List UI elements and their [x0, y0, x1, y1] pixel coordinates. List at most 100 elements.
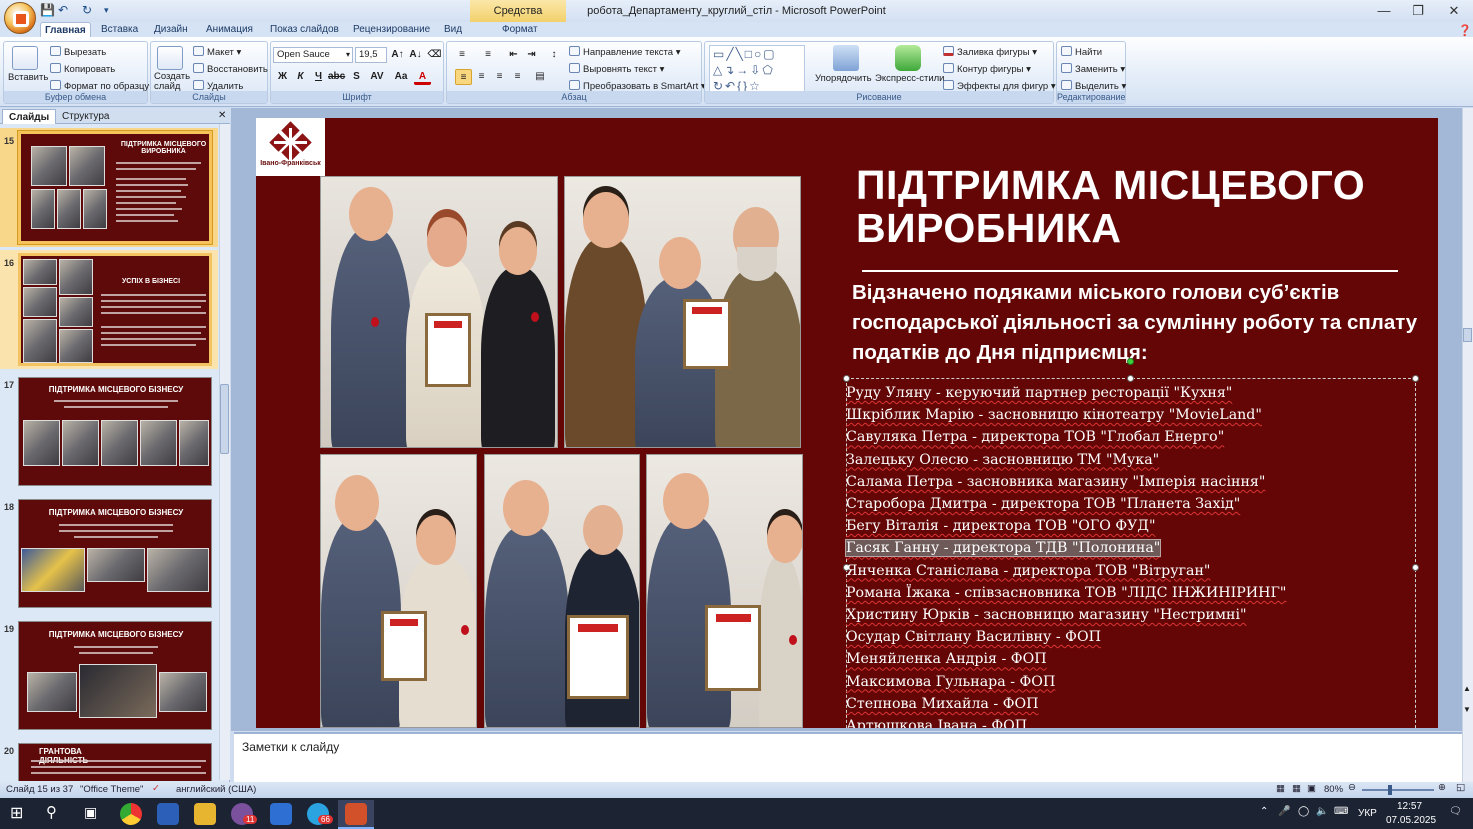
rotate-handle[interactable] — [1127, 358, 1134, 365]
zoom-out-icon[interactable]: ⊖ — [1348, 782, 1356, 793]
spellcheck-icon[interactable]: ✓ — [152, 783, 160, 794]
list-item-highlighted[interactable]: Гасяк Ганну - директора ТДВ "Полонина" — [844, 537, 1406, 559]
italic-icon[interactable]: К — [292, 69, 309, 85]
strikethrough-icon[interactable]: abc — [328, 69, 345, 85]
keyboard-icon[interactable]: ⌨ — [1334, 806, 1348, 817]
redo-icon[interactable]: ↻ — [82, 3, 92, 19]
disk-app-icon[interactable] — [157, 803, 179, 825]
list-item[interactable]: Артюшкова Івана - ФОП — [846, 715, 1406, 728]
minimize-button[interactable]: — — [1367, 0, 1401, 22]
undo-icon[interactable]: ↶ — [58, 3, 68, 19]
list-item[interactable]: Бегу Віталія - директора ТОВ "ОГО ФУД" — [846, 515, 1406, 537]
customize-qat-icon[interactable]: ▾ — [104, 5, 109, 21]
list-item[interactable]: Максимова Гульнара - ФОП — [846, 671, 1406, 693]
bold-icon[interactable]: Ж — [274, 69, 291, 85]
tab-view[interactable]: Вид — [440, 22, 466, 38]
align-right-icon[interactable]: ≡ — [491, 69, 508, 85]
recipients-list[interactable]: Руду Уляну - керуючий партнер ресторації… — [844, 382, 1406, 728]
tab-insert[interactable]: Вставка — [97, 22, 142, 38]
zoom-in-icon[interactable]: ⊕ — [1438, 782, 1446, 793]
photo-award-1[interactable] — [320, 176, 558, 448]
next-slide-icon[interactable]: ▼ — [1463, 705, 1471, 714]
line-spacing-icon[interactable]: ↕ — [543, 47, 565, 63]
close-button[interactable]: ✕ — [1437, 0, 1471, 22]
align-center-icon[interactable]: ≡ — [473, 69, 490, 85]
list-item[interactable]: Степнова Михайла - ФОП — [846, 693, 1406, 715]
help-icon[interactable]: ❓ — [1458, 24, 1472, 37]
justify-icon[interactable]: ≡ — [509, 69, 526, 85]
sorter-view-icon[interactable]: ▦ — [1292, 783, 1301, 794]
notes-pane[interactable]: Заметки к слайду — [234, 732, 1462, 782]
tab-outline[interactable]: Структура — [56, 109, 115, 124]
zoom-slider-thumb[interactable] — [1388, 785, 1392, 795]
volume-icon[interactable]: 🔈 — [1316, 806, 1328, 817]
numbering-icon[interactable]: ≡ — [477, 47, 499, 63]
network-icon[interactable]: ◯ — [1298, 806, 1309, 817]
file-explorer-icon[interactable] — [194, 803, 216, 825]
font-color-icon[interactable]: A — [414, 69, 431, 85]
slide-canvas[interactable]: Івано-Франківськ ПІДТРИМКА МІСЦЕВОГО ВИР… — [256, 118, 1438, 728]
panel-close-icon[interactable]: ✕ — [218, 110, 226, 121]
slide-title[interactable]: ПІДТРИМКА МІСЦЕВОГО ВИРОБНИКА — [856, 164, 1416, 250]
list-item[interactable]: Меняйленка Андрія - ФОП — [846, 648, 1406, 670]
powerpoint-icon[interactable] — [345, 803, 367, 825]
list-item[interactable]: Залецьку Олесю - засновницю ТМ "Мука" — [846, 449, 1406, 471]
slide-subtitle[interactable]: Відзначено подяками міського голови суб’… — [852, 278, 1422, 368]
align-left-icon[interactable]: ≡ — [455, 69, 472, 85]
grow-font-icon[interactable]: A↑ — [389, 47, 406, 63]
text-direction-button[interactable]: Направление текста ▾ — [569, 46, 680, 58]
resize-handle[interactable] — [1127, 375, 1134, 382]
slide-thumbnail-20[interactable]: ГРАНТОВА ДІЯЛЬНІСТЬ — [18, 743, 212, 781]
cut-button[interactable]: Вырезать — [50, 46, 106, 58]
new-slide-button[interactable]: Создать слайд — [154, 72, 190, 92]
slide-scrollbar[interactable] — [1462, 108, 1473, 782]
input-language[interactable]: УКР — [1358, 808, 1377, 819]
align-text-button[interactable]: Выровнять текст ▾ — [569, 63, 664, 75]
clock-date[interactable]: 07.05.2025 — [1386, 815, 1436, 826]
word-icon[interactable] — [270, 803, 292, 825]
office-button[interactable] — [4, 2, 36, 34]
list-item[interactable]: Христину Юрків - засновницю магазину "Не… — [846, 604, 1406, 626]
prev-slide-icon[interactable]: ▲ — [1463, 684, 1471, 693]
list-item[interactable]: Старобора Дмитра - директора ТОВ "Планет… — [846, 493, 1406, 515]
shapes-gallery[interactable]: ▭╱╲□○▢ △↴→⇩⬠ ↻↶{}☆ — [709, 45, 805, 93]
slide-thumbnail-18[interactable]: ПІДТРИМКА МІСЦЕВОГО БІЗНЕСУ — [18, 499, 212, 608]
tab-design[interactable]: Дизайн — [150, 22, 192, 38]
tab-review[interactable]: Рецензирование — [349, 22, 434, 38]
font-size-select[interactable]: 19,5 — [355, 47, 387, 63]
spacing-icon[interactable]: AV — [366, 69, 388, 85]
task-view-icon[interactable]: ▣ — [84, 804, 97, 821]
clear-format-icon[interactable]: ⌫ — [426, 47, 443, 63]
layout-button[interactable]: Макет ▾ — [193, 46, 241, 58]
shape-outline-button[interactable]: Контур фигуры ▾ — [943, 63, 1031, 75]
resize-handle[interactable] — [843, 375, 850, 382]
photo-award-2[interactable] — [564, 176, 801, 448]
selected-text[interactable]: Гасяк Ганну - директора ТДВ "Полонина" — [844, 539, 1162, 558]
list-item[interactable]: Осудар Світлану Василівну - ФОП — [846, 626, 1406, 648]
microphone-icon[interactable]: 🎤 — [1278, 806, 1290, 817]
save-icon[interactable]: 💾 — [40, 3, 55, 19]
replace-button[interactable]: Заменить ▾ — [1061, 63, 1125, 75]
slide-thumbnail-19[interactable]: ПІДТРИМКА МІСЦЕВОГО БІЗНЕСУ — [18, 621, 212, 730]
slide-thumbnail-17[interactable]: ПІДТРИМКА МІСЦЕВОГО БІЗНЕСУ — [18, 377, 212, 486]
photo-award-4[interactable] — [484, 454, 640, 728]
search-icon[interactable]: ⚲ — [46, 803, 57, 821]
resize-handle[interactable] — [1412, 375, 1419, 382]
list-item[interactable]: Салама Петра - засновника магазину "Імпе… — [846, 471, 1406, 493]
decrease-indent-icon[interactable]: ⇤ — [505, 47, 522, 63]
font-name-select[interactable]: Open Sauce ▾ — [273, 47, 353, 63]
shadow-icon[interactable]: S — [348, 69, 365, 85]
copy-button[interactable]: Копировать — [50, 63, 115, 75]
reset-button[interactable]: Восстановить — [193, 63, 268, 75]
quick-styles-button[interactable]: Экспресс-стили — [875, 73, 944, 84]
tab-slideshow[interactable]: Показ слайдов — [266, 22, 343, 38]
normal-view-icon[interactable]: ▦ — [1276, 783, 1285, 794]
shape-fill-button[interactable]: Заливка фигуры ▾ — [943, 46, 1037, 58]
tab-slides[interactable]: Слайды — [2, 109, 57, 124]
bullets-icon[interactable]: ≡ — [451, 47, 473, 63]
fit-window-icon[interactable]: ◱ — [1456, 782, 1465, 793]
list-item[interactable]: Руду Уляну - керуючий партнер ресторації… — [846, 382, 1406, 404]
language-status[interactable]: английский (США) — [176, 784, 256, 795]
shrink-font-icon[interactable]: A↓ — [407, 47, 424, 63]
tab-format[interactable]: Формат — [498, 22, 542, 38]
